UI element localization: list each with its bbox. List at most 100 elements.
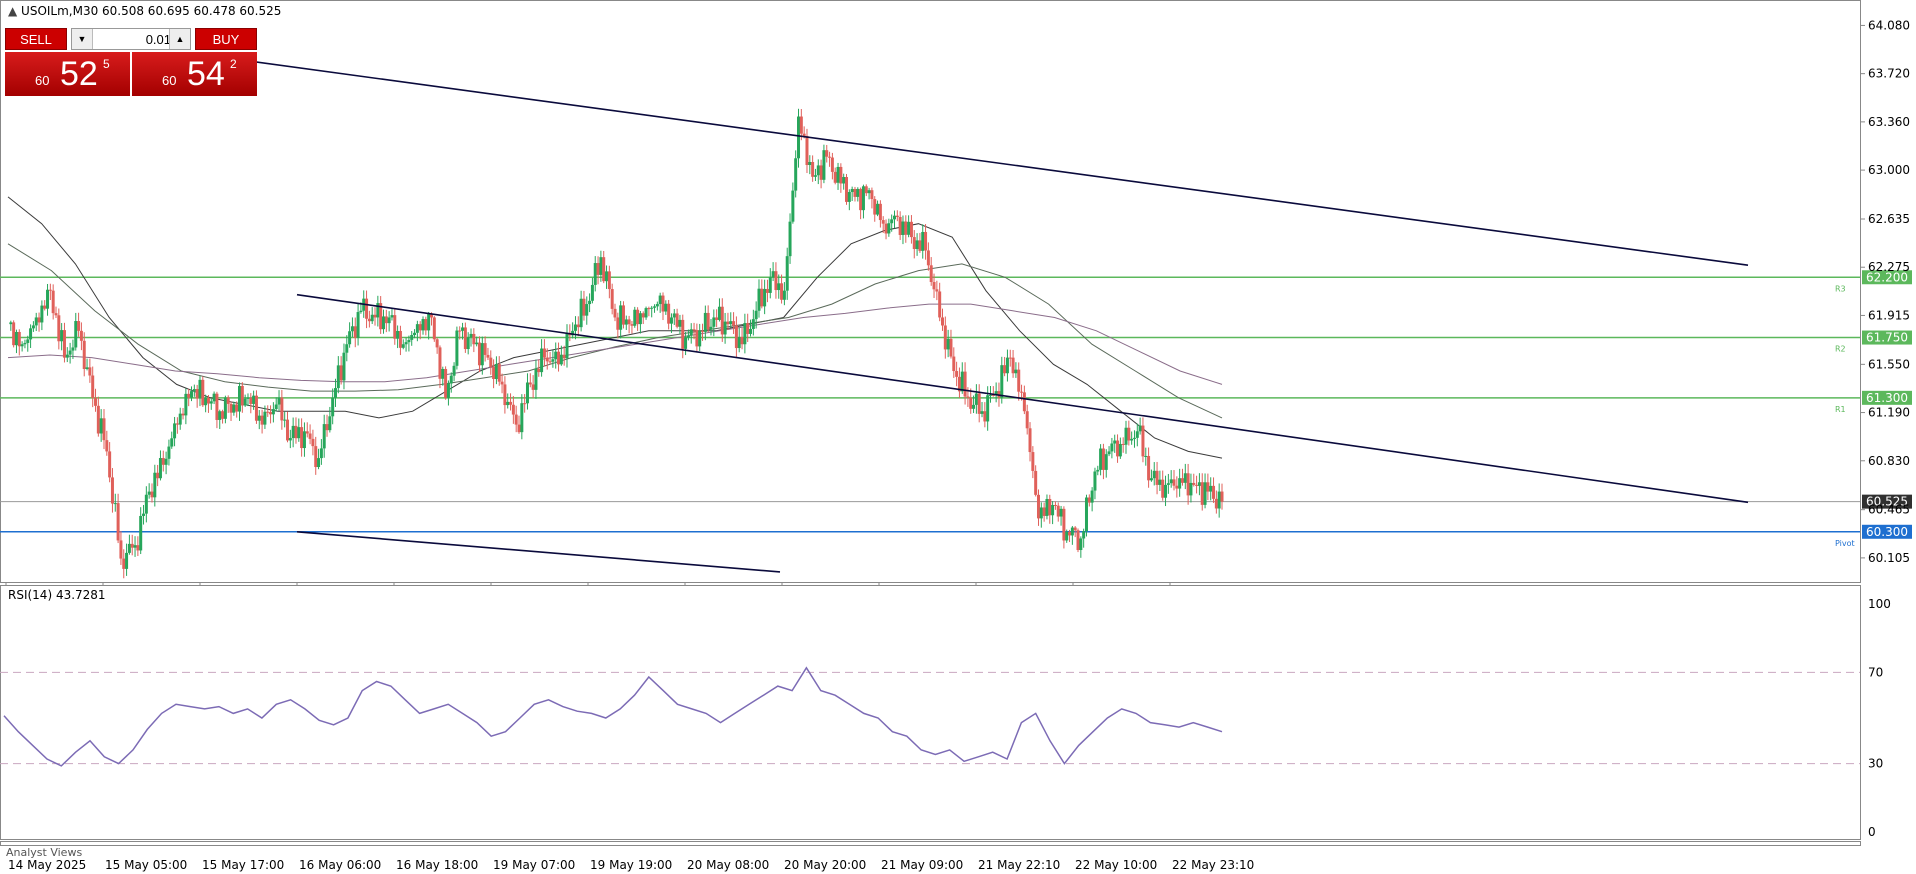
candle-body (102, 418, 106, 441)
candle-body (328, 416, 332, 431)
sell-price-pips: 52 (60, 55, 98, 93)
lot-increase-icon[interactable]: ▲ (169, 29, 190, 49)
buy-button[interactable]: BUY (195, 28, 257, 50)
candle-body (1090, 490, 1094, 503)
candle-body (79, 330, 83, 341)
candle-body (765, 288, 769, 293)
candle-body (489, 357, 493, 367)
candle-body (37, 317, 41, 323)
candle-body (867, 190, 871, 194)
candle-body (664, 303, 668, 312)
candle-body (853, 188, 857, 197)
candle-body (579, 298, 583, 328)
buy-price-button[interactable]: 60 54 2 (132, 52, 257, 96)
sell-button[interactable]: SELL (5, 28, 67, 50)
candle-body (444, 368, 448, 398)
candle-body (788, 221, 792, 257)
candle-body (367, 318, 371, 322)
candle-body (771, 271, 775, 278)
candle-body (636, 309, 640, 325)
candle-body (904, 221, 908, 235)
candle-body (74, 321, 78, 348)
candle-body (684, 337, 688, 349)
candle-body (1200, 482, 1204, 505)
candle-body (720, 306, 724, 335)
candle-body (415, 324, 419, 333)
candle-body (1053, 504, 1057, 506)
candle-body (503, 384, 507, 406)
candle-body (475, 342, 479, 345)
candle-body (808, 161, 812, 166)
candle-body (935, 289, 939, 292)
candle-body (861, 186, 865, 211)
candle-body (218, 411, 222, 420)
candle-body (322, 424, 326, 449)
candle-body (1206, 482, 1210, 492)
candle-body (607, 271, 611, 290)
candle-body (492, 366, 496, 380)
candle-body (257, 415, 261, 421)
candle-body (458, 330, 462, 332)
candle-body (509, 401, 513, 405)
candle-body (749, 328, 753, 334)
candle-body (506, 401, 510, 406)
candle-body (1141, 425, 1145, 457)
candle-body (353, 326, 357, 338)
candle-body (938, 291, 942, 318)
candle-body (887, 223, 891, 234)
level-price-label: 61.300 (1866, 391, 1908, 405)
candle-body (1022, 392, 1026, 412)
candle-body (661, 295, 665, 312)
price-chart[interactable]: 62.200R361.750R261.300R160.300Pivot60.52… (0, 0, 1916, 874)
candle-body (288, 438, 292, 441)
lot-size-stepper[interactable]: ▼ ▲ (71, 28, 191, 50)
candle-body (294, 425, 298, 439)
candle-body (692, 329, 696, 331)
lot-decrease-icon[interactable]: ▼ (72, 29, 93, 49)
candle-body (432, 317, 436, 340)
candle-body (672, 313, 676, 318)
candle-body (1076, 530, 1080, 551)
candle-body (452, 365, 456, 376)
candle-body (893, 215, 897, 220)
candle-body (201, 379, 205, 406)
candle-body (590, 284, 594, 301)
candle-body (60, 330, 64, 342)
candle-body (839, 166, 843, 184)
candle-body (1195, 484, 1199, 486)
candle-body (605, 271, 609, 282)
candle-body (585, 304, 589, 316)
candle-body (209, 401, 213, 404)
candle-body (94, 397, 98, 406)
candle-body (901, 221, 905, 235)
price-pane-frame (0, 0, 1861, 583)
candle-body (297, 427, 301, 439)
candle-body (381, 316, 385, 330)
lot-size-input[interactable] (93, 30, 173, 48)
candle-body (62, 330, 66, 358)
candle-body (57, 315, 61, 342)
candle-body (54, 313, 58, 316)
candle-body (523, 403, 527, 405)
candle-body (249, 397, 253, 404)
candle-body (136, 545, 140, 551)
candle-body (740, 336, 744, 345)
price-tick-label: 60.830 (1868, 454, 1910, 468)
candle-body (1017, 369, 1021, 392)
candle-body (1169, 479, 1173, 484)
candle-body (280, 397, 284, 421)
candle-body (1138, 425, 1142, 432)
candle-body (390, 315, 394, 318)
candle-body (1034, 470, 1038, 495)
candle-body (48, 289, 52, 291)
sell-price-button[interactable]: 60 52 5 (5, 52, 130, 96)
buy-price-fraction: 2 (230, 57, 237, 71)
candle-body (698, 330, 702, 347)
candle-body (650, 307, 654, 309)
time-label: 22 May 10:00 (1075, 858, 1157, 872)
candle-body (1166, 483, 1170, 485)
candle-body (71, 347, 75, 351)
candle-body (1121, 443, 1125, 445)
candle-body (709, 326, 713, 330)
candle-body (43, 305, 47, 309)
